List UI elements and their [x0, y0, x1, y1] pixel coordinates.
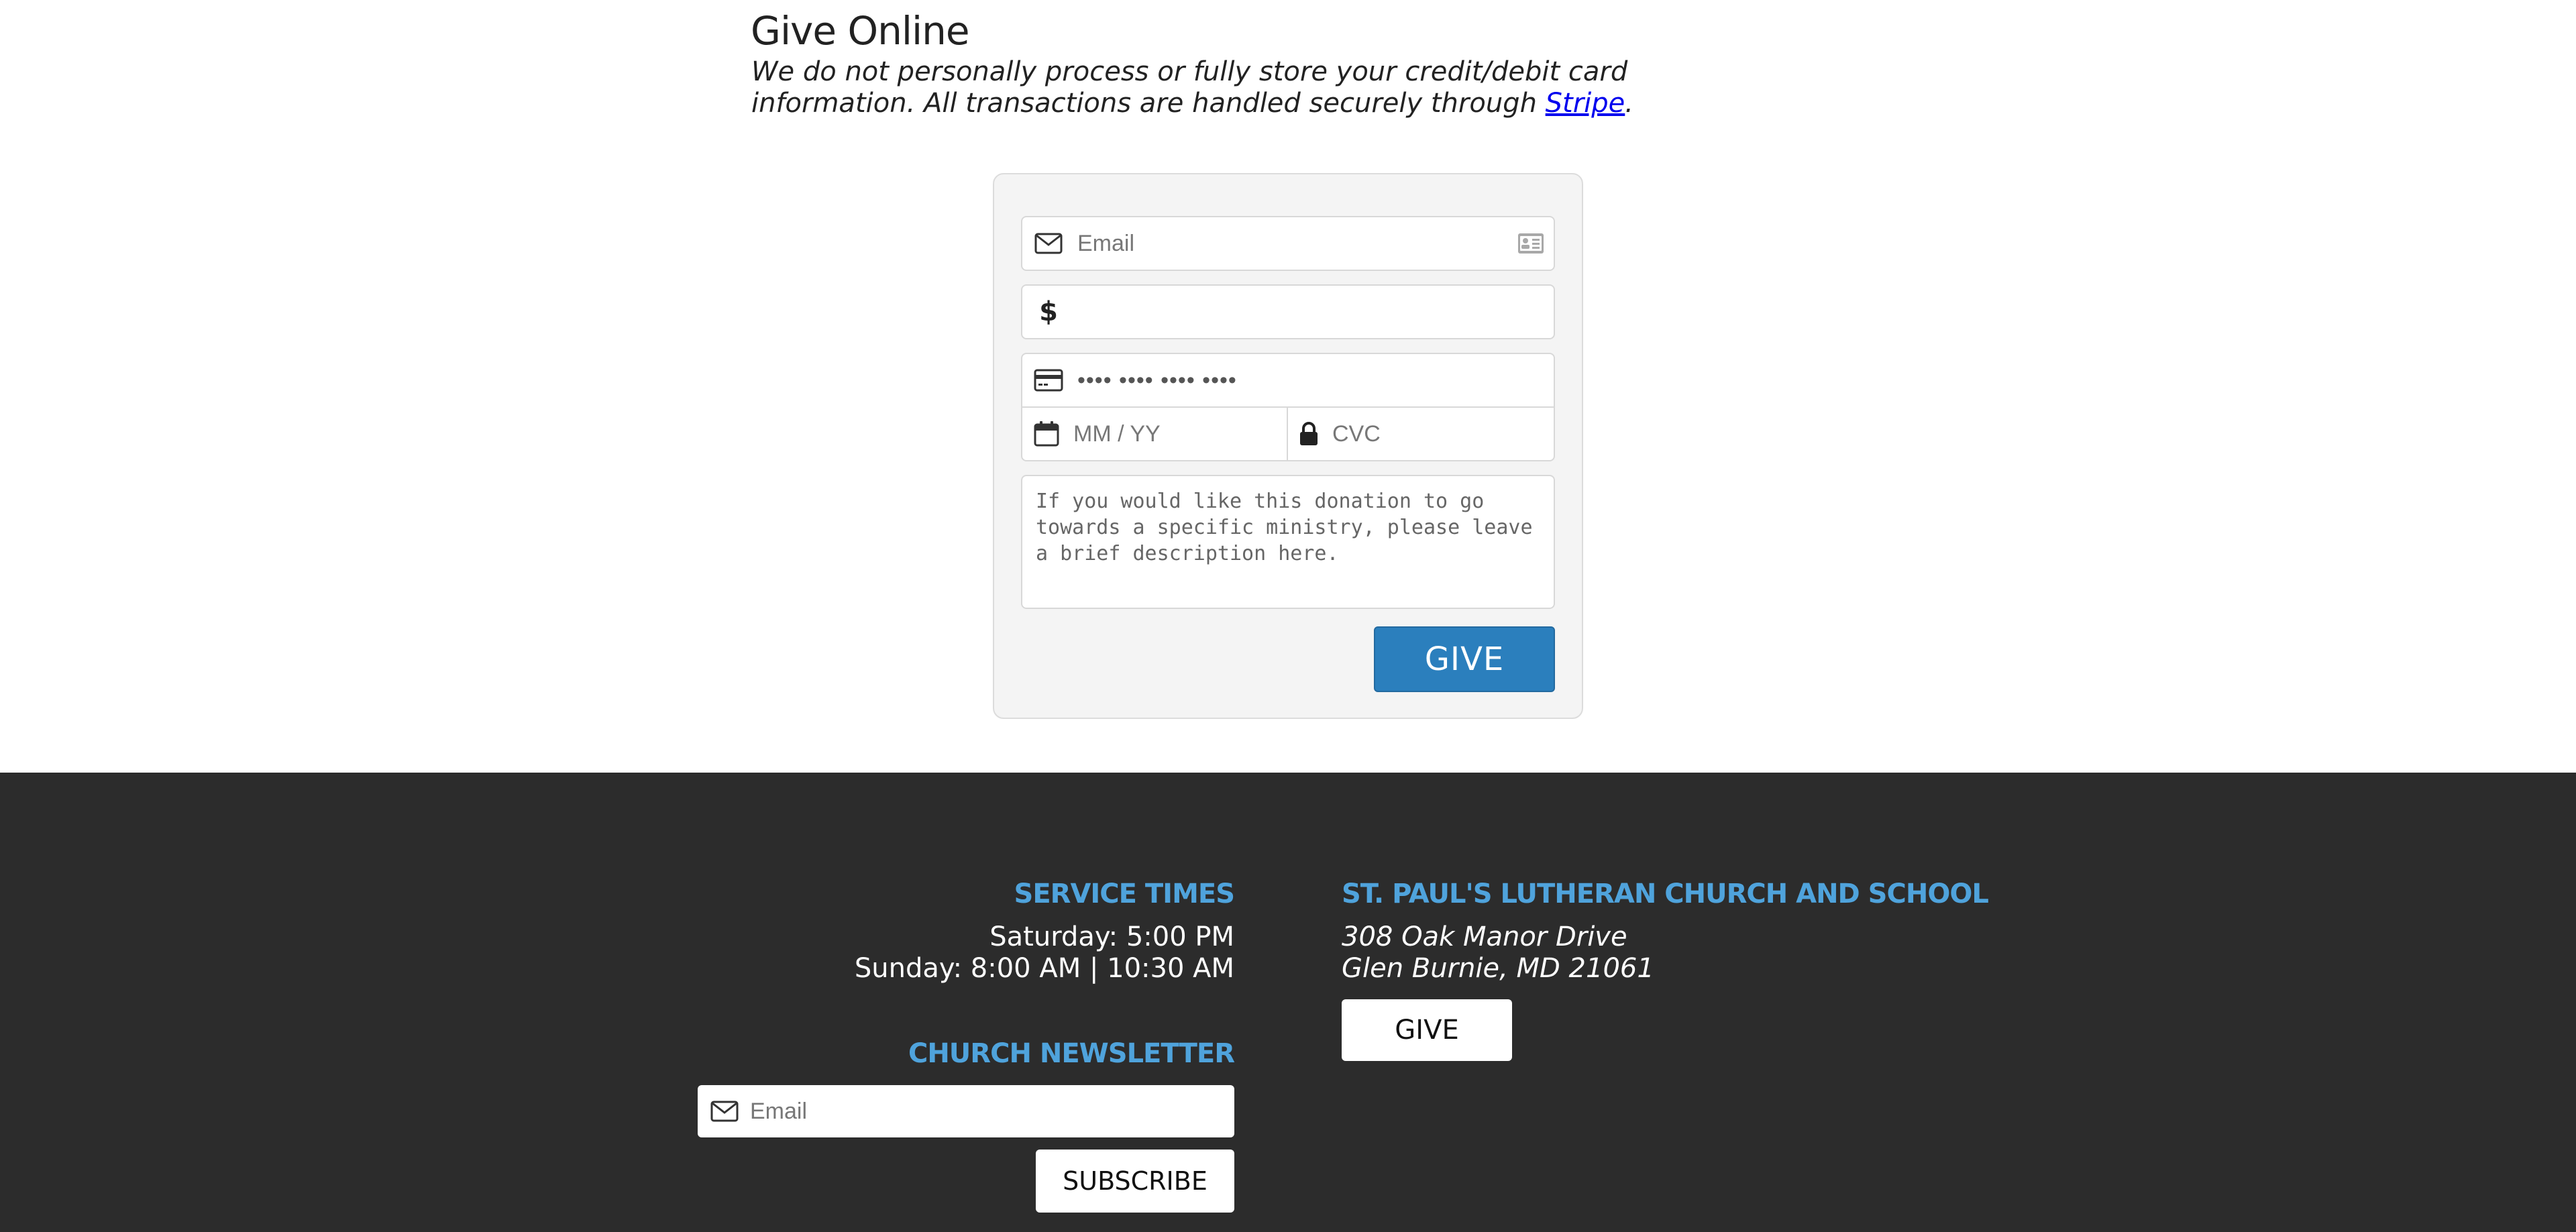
give-intro-text: We do not personally process or fully st… — [751, 56, 1758, 119]
card-number-input[interactable] — [1064, 354, 1554, 406]
stripe-link[interactable]: Stripe — [1546, 88, 1625, 119]
service-times-heading: SERVICE TIMES — [1014, 879, 1235, 909]
service-sunday: Sunday: 8:00 AM | 10:30 AM — [854, 953, 1234, 984]
ministry-note-textarea[interactable] — [1021, 475, 1555, 609]
service-saturday: Saturday: 5:00 PM — [989, 921, 1234, 952]
church-name-heading: ST. PAUL'S LUTHERAN CHURCH AND SCHOOL — [1342, 879, 1989, 909]
service-times: Saturday: 5:00 PM Sunday: 8:00 AM | 10:3… — [855, 921, 1234, 985]
newsletter-heading: CHURCH NEWSLETTER — [908, 1038, 1235, 1069]
contact-card-icon[interactable] — [1517, 231, 1544, 260]
envelope-icon — [710, 1097, 739, 1126]
intro-text-after: . — [1625, 88, 1633, 119]
footer: SERVICE TIMES Saturday: 5:00 PM Sunday: … — [0, 773, 2576, 1232]
card-number-field[interactable] — [1021, 353, 1555, 408]
email-input[interactable] — [1064, 217, 1554, 270]
email-field[interactable] — [1021, 216, 1555, 271]
dollar-icon: $ — [1039, 296, 1058, 327]
newsletter-email-input[interactable] — [739, 1085, 1234, 1137]
address-line-2: Glen Burnie, MD 21061 — [1342, 953, 1654, 984]
amount-field[interactable]: $ — [1021, 284, 1555, 339]
lock-icon — [1299, 418, 1319, 449]
subscribe-button[interactable]: SUBSCRIBE — [1036, 1150, 1234, 1213]
address-line-1: 308 Oak Manor Drive — [1342, 921, 1627, 952]
donation-form: $ GIVE — [993, 173, 1629, 719]
newsletter-email-field[interactable] — [698, 1085, 1234, 1137]
footer-give-button[interactable]: GIVE — [1342, 999, 1512, 1061]
amount-input[interactable] — [1064, 286, 1554, 338]
calendar-icon — [1033, 418, 1060, 449]
page-title: Give Online — [751, 8, 970, 54]
give-button[interactable]: GIVE — [1374, 626, 1555, 692]
cvc-input[interactable] — [1319, 408, 1629, 460]
credit-card-icon — [1033, 365, 1064, 396]
church-address: 308 Oak Manor Drive Glen Burnie, MD 2106… — [1342, 921, 1654, 985]
envelope-icon — [1033, 228, 1064, 259]
expiry-field[interactable] — [1021, 406, 1371, 461]
intro-text-before: We do not personally process or fully st… — [751, 56, 1628, 119]
cvc-field[interactable] — [1287, 406, 1629, 461]
